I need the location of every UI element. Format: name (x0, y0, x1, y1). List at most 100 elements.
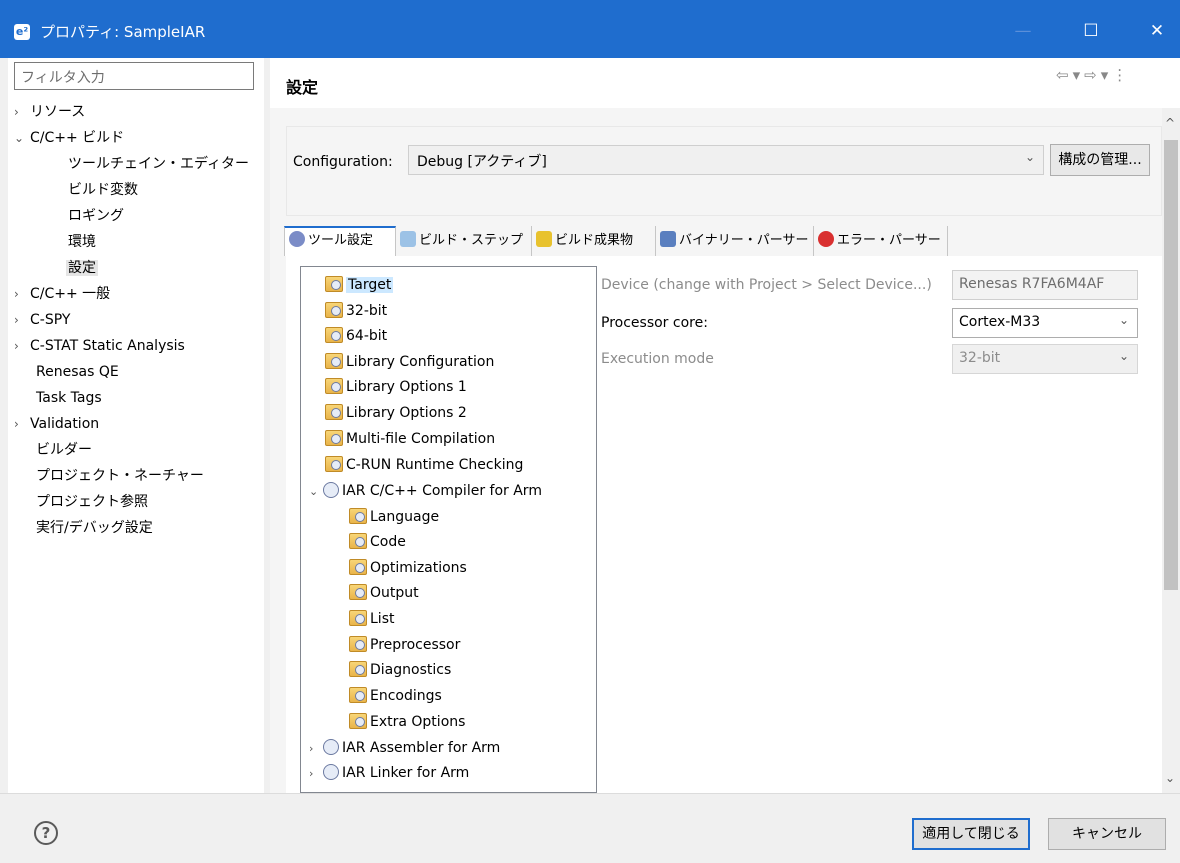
folder-icon (349, 610, 367, 626)
folder-icon (325, 430, 343, 446)
chevron-right-icon[interactable]: › (14, 412, 30, 436)
tree-item-code[interactable]: Code (349, 530, 406, 554)
title-bar: e² プロパティ: SampleIAR — ☐ ✕ (0, 0, 1180, 58)
tab-binary-parsers[interactable]: バイナリー・パーサー (656, 226, 814, 256)
chevron-right-icon[interactable]: › (309, 737, 323, 761)
tree-item-output[interactable]: Output (349, 581, 419, 605)
tab-tool-settings[interactable]: ツール設定 (284, 226, 396, 256)
chevron-down-icon: ⌄ (1118, 349, 1129, 363)
nav-item-toolchain-editor[interactable]: ツールチェイン・エディター (68, 152, 249, 176)
nav-item-run-debug-settings[interactable]: 実行/デバッグ設定 (36, 516, 153, 540)
folder-icon (325, 353, 343, 369)
view-menu-icon[interactable]: ⋮ (1112, 66, 1127, 84)
chevron-right-icon[interactable]: › (14, 308, 30, 332)
tree-item-64bit[interactable]: 64-bit (325, 324, 387, 348)
scroll-down-icon[interactable]: ⌄ (1165, 771, 1175, 785)
filter-input[interactable]: フィルタ入力 (14, 62, 254, 90)
configuration-label: Configuration: (293, 154, 393, 170)
tab-error-parsers[interactable]: エラー・パーサー (814, 226, 948, 256)
nav-item-environment[interactable]: 環境 (68, 230, 96, 254)
tree-item-library-options-1[interactable]: Library Options 1 (325, 375, 467, 399)
execution-mode-value: 32-bit (959, 350, 1001, 366)
nav-item-logging[interactable]: ロギング (68, 204, 124, 228)
nav-item-project-references[interactable]: プロジェクト参照 (36, 490, 148, 514)
nav-item-build-variables[interactable]: ビルド変数 (68, 178, 138, 202)
folder-icon (349, 584, 367, 600)
tree-item-32bit[interactable]: 32-bit (325, 299, 387, 323)
tree-item-language[interactable]: Language (349, 505, 439, 529)
tree-item-linker[interactable]: › IAR Linker for Arm (309, 761, 469, 785)
tool-settings-tree: Target 32-bit 64-bit Library Configurati… (300, 266, 597, 793)
app-icon: e² (14, 24, 30, 40)
tree-item-library-options-2[interactable]: Library Options 2 (325, 401, 467, 425)
nav-item-renesas-qe[interactable]: Renesas QE (36, 360, 119, 384)
folder-icon (325, 302, 343, 318)
folder-icon (349, 559, 367, 575)
vertical-scrollbar[interactable]: ^ ⌄ (1162, 108, 1180, 793)
chevron-right-icon[interactable]: › (14, 282, 30, 306)
chevron-right-icon[interactable]: › (14, 334, 30, 358)
chevron-down-icon: ⌄ (1024, 150, 1035, 164)
folder-icon (325, 404, 343, 420)
nav-item-resource[interactable]: › リソース (14, 100, 85, 124)
tab-build-artifact[interactable]: ビルド成果物 (532, 226, 656, 256)
chevron-down-icon[interactable]: ⌄ (14, 126, 30, 150)
nav-item-cspy[interactable]: › C-SPY (14, 308, 70, 332)
nav-item-cpp-general[interactable]: › C/C++ 一般 (14, 282, 110, 306)
tree-item-c-run[interactable]: C-RUN Runtime Checking (325, 453, 523, 477)
folder-icon (349, 508, 367, 524)
maximize-icon[interactable]: ☐ (1068, 14, 1114, 48)
history-nav: ⇦ ▾ ⇨ ▾ ⋮ (1056, 66, 1131, 84)
processor-core-value: Cortex-M33 (959, 314, 1041, 330)
error-icon (818, 231, 834, 247)
help-icon[interactable]: ? (34, 821, 58, 845)
chevron-down-icon[interactable]: ⌄ (309, 480, 323, 504)
nav-item-task-tags[interactable]: Task Tags (36, 386, 102, 410)
tree-item-diagnostics[interactable]: Diagnostics (349, 658, 451, 682)
folder-icon (349, 533, 367, 549)
gear-icon (323, 764, 339, 780)
cancel-button[interactable]: キャンセル (1048, 818, 1166, 850)
nav-item-project-nature[interactable]: プロジェクト・ネーチャー (36, 464, 204, 488)
minimize-icon[interactable]: — (1000, 14, 1046, 48)
scroll-up-icon[interactable]: ^ (1165, 116, 1175, 130)
forward-arrow-icon[interactable]: ⇨ (1084, 66, 1097, 84)
trophy-icon (536, 231, 552, 247)
folder-icon (325, 456, 343, 472)
execution-mode-label: Execution mode (601, 351, 714, 367)
folder-icon (325, 378, 343, 394)
tree-item-extra-options[interactable]: Extra Options (349, 710, 465, 734)
tree-item-multi-file-compilation[interactable]: Multi-file Compilation (325, 427, 495, 451)
tree-item-assembler[interactable]: › IAR Assembler for Arm (309, 736, 500, 760)
nav-item-settings[interactable]: 設定 (66, 256, 98, 280)
manage-configurations-button[interactable]: 構成の管理... (1050, 144, 1150, 176)
device-label: Device (change with Project > Select Dev… (601, 277, 932, 293)
tree-item-encodings[interactable]: Encodings (349, 684, 442, 708)
nav-item-builder[interactable]: ビルダー (36, 438, 92, 462)
window-title: プロパティ: SampleIAR (40, 23, 206, 41)
execution-mode-select: 32-bit ⌄ (952, 344, 1138, 374)
tree-item-list[interactable]: List (349, 607, 394, 631)
nav-item-cstat[interactable]: › C-STAT Static Analysis (14, 334, 185, 358)
nav-item-cpp-build[interactable]: ⌄ C/C++ ビルド (14, 126, 124, 150)
tree-item-target[interactable]: Target (325, 273, 394, 297)
apply-and-close-button[interactable]: 適用して閉じる (912, 818, 1030, 850)
close-icon[interactable]: ✕ (1134, 14, 1180, 48)
forward-dropdown-icon[interactable]: ▾ (1101, 66, 1109, 84)
tab-build-steps[interactable]: ビルド・ステップ (396, 226, 532, 256)
nav-item-validation[interactable]: › Validation (14, 412, 99, 436)
back-dropdown-icon[interactable]: ▾ (1073, 66, 1081, 84)
tree-item-compiler[interactable]: ⌄ IAR C/C++ Compiler for Arm (309, 479, 542, 503)
tree-item-optimizations[interactable]: Optimizations (349, 556, 467, 580)
processor-core-select[interactable]: Cortex-M33 ⌄ (952, 308, 1138, 338)
chevron-right-icon[interactable]: › (309, 762, 323, 786)
processor-core-label: Processor core: (601, 315, 708, 331)
scroll-thumb[interactable] (1164, 140, 1178, 590)
tree-item-preprocessor[interactable]: Preprocessor (349, 633, 460, 657)
gear-icon (323, 739, 339, 755)
back-arrow-icon[interactable]: ⇦ (1056, 66, 1069, 84)
configuration-select[interactable]: Debug [アクティブ] ⌄ (408, 145, 1044, 175)
binary-icon (660, 231, 676, 247)
tree-item-library-configuration[interactable]: Library Configuration (325, 350, 494, 374)
chevron-right-icon[interactable]: › (14, 100, 30, 124)
